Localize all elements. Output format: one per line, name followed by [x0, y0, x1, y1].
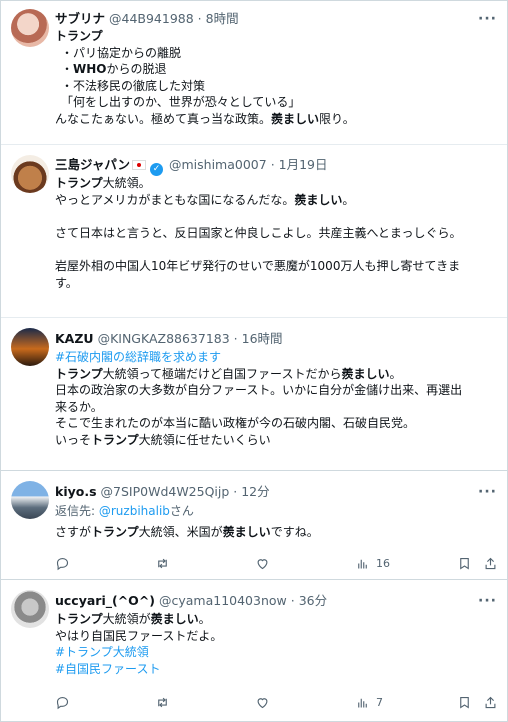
author-name[interactable]: サブリナ	[55, 11, 105, 26]
post-text: 返信先: @ruzbihalibさん さすがトランプ大統領、米国が羨ましいですね…	[55, 503, 319, 540]
hashtag-link[interactable]: #自国民ファースト	[55, 661, 222, 678]
author-name[interactable]: 三島ジャパン	[55, 157, 130, 172]
meta-separator: ·	[229, 331, 242, 346]
japan-flag-icon	[132, 160, 147, 170]
text-line: 「何をし出すのか、世界が恐々としている」	[61, 95, 301, 110]
avatar[interactable]	[11, 590, 49, 628]
bookmark-icon	[460, 557, 469, 570]
more-icon[interactable]: ···	[478, 12, 497, 26]
more-icon[interactable]: ···	[478, 485, 497, 499]
post-text: トランプ大統領が羨ましい。 やはり自国民ファーストだよ。 #トランプ大統領 #自…	[55, 611, 222, 677]
share-icon	[485, 696, 496, 709]
views-count: 16	[376, 557, 390, 570]
post-time[interactable]: 1月19日	[279, 157, 328, 172]
text-line: 来るか。	[55, 399, 103, 414]
bookmark-button[interactable]	[457, 695, 472, 710]
like-icon	[257, 559, 268, 570]
avatar[interactable]	[11, 9, 49, 47]
reply-prefix: 返信先:	[55, 504, 99, 518]
hashtag-link[interactable]: #石破内閣の総辞職を求めます	[55, 349, 462, 366]
post-5[interactable]: uccyari_(^O^) @cyama110403now · 36分 ··· …	[1, 580, 507, 721]
text-line: さて日本はと言うと、反日国家と仲良しこよし。共産主義へとまっしぐら。	[55, 225, 462, 240]
author-handle[interactable]: @cyama110403now	[159, 593, 287, 608]
text-line: んなこたぁない。極めて真っ当な政策。羨ましい限り。	[55, 111, 355, 126]
text-line: す。	[55, 275, 78, 290]
author-handle[interactable]: @7SIP0Wd4W25Qijp	[101, 484, 230, 499]
post-time[interactable]: 12分	[241, 484, 269, 499]
text-line: トランプ	[55, 29, 103, 43]
text-line	[55, 241, 461, 258]
retweet-button[interactable]	[155, 556, 170, 571]
text-line: 岩屋外相の中国人10年ビザ発行のせいで悪魔が1000万人も押し寄せてきま	[55, 258, 461, 273]
text-line: そこで生まれたのが本当に酷い政権が今の石破内閣、石破自民党。	[55, 416, 416, 431]
post-3[interactable]: KAZU @KINGKAZ88637183 · 16時間 #石破内閣の総辞職を求…	[1, 318, 507, 470]
author-handle[interactable]: @KINGKAZ88637183	[98, 331, 230, 346]
share-icon	[485, 557, 496, 570]
share-button[interactable]	[483, 556, 498, 571]
retweet-icon	[158, 697, 167, 708]
like-button[interactable]	[255, 556, 270, 571]
more-icon[interactable]: ···	[478, 594, 497, 608]
reply-button[interactable]	[55, 695, 70, 710]
post-text: トランプ ・パリ協定からの離脱 ・WHOからの脱退 ・不法移民の徹底した対策 「…	[55, 28, 355, 128]
reply-button[interactable]	[55, 556, 70, 571]
timeline: サブリナ @44B941988 · 8時間 ··· トランプ ・パリ協定からの離…	[0, 0, 508, 722]
text-line: ・不法移民の徹底した対策	[61, 78, 206, 93]
text-line: 日本の政治家の大多数が自分ファースト。いかに自分が金儲け出来、再選出	[55, 383, 463, 398]
text-line: トランプ大統領が羨ましい。	[55, 612, 211, 626]
views-button[interactable]: 7	[355, 695, 383, 710]
reply-icon	[56, 696, 69, 710]
avatar[interactable]	[11, 481, 49, 519]
post-time[interactable]: 8時間	[206, 11, 239, 26]
views-button[interactable]: 16	[355, 556, 390, 571]
meta-separator: ·	[266, 157, 279, 172]
bookmark-button[interactable]	[457, 556, 472, 571]
text-line	[55, 208, 461, 225]
reply-suffix: さん	[169, 504, 194, 518]
post-text: トランプ大統領。 やっとアメリカがまともな国になるんだな。羨ましい。 さて日本は…	[55, 175, 461, 291]
post-time[interactable]: 36分	[299, 593, 327, 608]
hashtag-link[interactable]: #トランプ大統領	[55, 644, 222, 661]
post-time[interactable]: 16時間	[242, 331, 283, 346]
avatar[interactable]	[11, 328, 49, 366]
share-button[interactable]	[483, 695, 498, 710]
text-line: やはり自国民ファーストだよ。	[55, 628, 223, 643]
text-line: ・WHOからの脱退	[61, 62, 167, 77]
author-name[interactable]: kiyo.s	[55, 484, 97, 499]
action-bar: 7	[55, 695, 498, 711]
text-line: いっそトランプ大統領に任せたいくらい	[55, 432, 271, 447]
text-line: ・パリ協定からの離脱	[61, 45, 182, 60]
action-bar: 16	[55, 556, 498, 572]
bookmark-icon	[460, 696, 469, 709]
like-button[interactable]	[255, 695, 270, 710]
reply-context: 返信先: @ruzbihalibさん	[55, 503, 319, 520]
meta-separator: ·	[193, 11, 206, 26]
author-handle[interactable]: @44B941988	[109, 11, 194, 26]
text-line: やっとアメリカがまともな国になるんだな。羨ましい。	[55, 192, 355, 207]
text-line: さすがトランプ大統領、米国が羨ましいですね。	[55, 524, 319, 539]
author-name[interactable]: KAZU	[55, 331, 94, 346]
post-text: #石破内閣の総辞職を求めます トランプ大統領って極端だけど自国ファーストだから羨…	[55, 349, 462, 449]
retweet-icon	[158, 558, 167, 569]
post-1[interactable]: サブリナ @44B941988 · 8時間 ··· トランプ ・パリ協定からの離…	[1, 1, 507, 144]
views-count: 7	[376, 696, 383, 709]
avatar[interactable]	[11, 155, 49, 193]
post-2[interactable]: 三島ジャパン ✓ @mishima0007 · 1月19日 トランプ大統領。 やっ…	[1, 145, 507, 317]
views-icon	[358, 698, 367, 708]
text-line: トランプ大統領。	[55, 176, 151, 190]
retweet-button[interactable]	[155, 695, 170, 710]
reply-icon	[56, 557, 69, 571]
meta-separator: ·	[286, 593, 299, 608]
reply-mention-link[interactable]: @ruzbihalib	[99, 504, 170, 518]
text-line: トランプ大統領って極端だけど自国ファーストだから羨ましい。	[55, 366, 402, 381]
meta-separator: ·	[229, 484, 242, 499]
views-icon	[358, 559, 367, 569]
author-handle[interactable]: @mishima0007	[169, 157, 267, 172]
author-name[interactable]: uccyari_(^O^)	[55, 593, 155, 608]
like-icon	[257, 698, 268, 709]
post-4[interactable]: kiyo.s @7SIP0Wd4W25Qijp · 12分 ··· 返信先: @…	[1, 471, 507, 579]
